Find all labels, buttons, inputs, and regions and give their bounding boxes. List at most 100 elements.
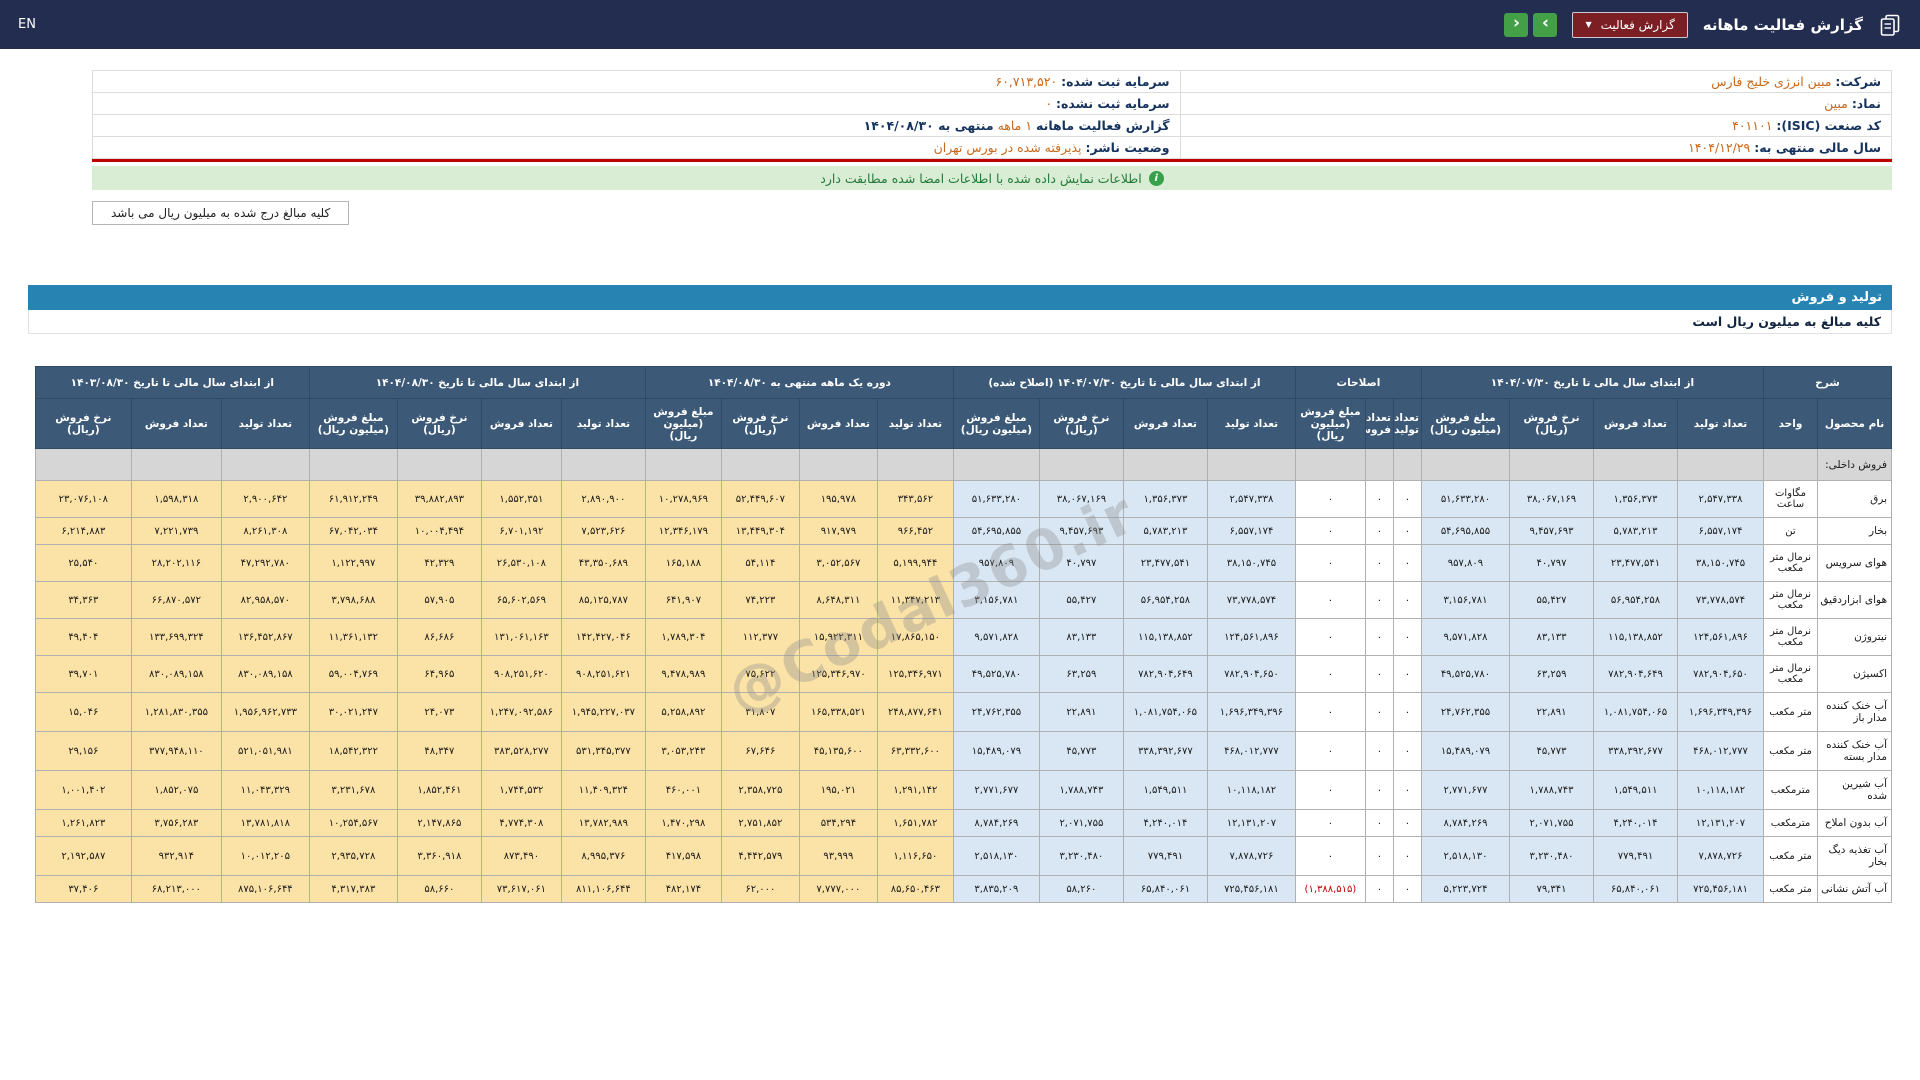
product-row: آب بدون املاحمترمکعب۱۲,۱۳۱,۲۰۷۴,۲۴۰,۰۱۴۲…	[35, 810, 1891, 837]
cell: ۶۵,۸۴۰,۰۶۱	[1594, 876, 1678, 903]
cell: ۹,۴۵۷,۶۹۳	[1039, 518, 1123, 545]
cell: ۰	[1365, 876, 1393, 903]
cell	[1123, 449, 1207, 481]
cell: ۲۵,۵۴۰	[35, 545, 131, 582]
group-header-ytd-0730: از ابتدای سال مالی تا تاریخ ۱۴۰۴/۰۷/۳۰	[1421, 367, 1763, 399]
isic-label: کد صنعت (ISIC):	[1776, 118, 1881, 133]
cell: ۴۷,۲۹۲,۷۸۰	[221, 545, 309, 582]
cell: ۰	[1295, 582, 1365, 619]
cell: ۸۷۳,۴۹۰	[481, 837, 561, 876]
cell: ۰	[1365, 810, 1393, 837]
cell: ۶۵,۸۴۰,۰۶۱	[1123, 876, 1207, 903]
cell: ۵۷,۹۰۵	[397, 582, 481, 619]
production-table-wrapper: @Codal360.ir شرح از ابتدای سال مالی تا ت…	[28, 366, 1892, 903]
cell: ۱۰,۰۱۲,۲۰۵	[221, 837, 309, 876]
column-header: تعداد تولید	[1678, 399, 1764, 449]
cell: ۴,۲۴۰,۰۱۴	[1123, 810, 1207, 837]
cell: ۸,۲۶۱,۳۰۸	[221, 518, 309, 545]
cell: متر مکعب	[1764, 837, 1818, 876]
amounts-note-box: کلیه مبالغ درج شده به میلیون ریال می باش…	[92, 201, 349, 225]
cell: ۱,۳۵۶,۳۷۳	[1123, 481, 1207, 518]
product-row: اکسیژننرمال متر مکعب۷۸۲,۹۰۴,۶۵۰۷۸۲,۹۰۴,۶…	[35, 656, 1891, 693]
info-row: نماد: مبین سرمایه ثبت نشده: ۰	[93, 93, 1892, 115]
unregistered-capital-cell: سرمایه ثبت نشده: ۰	[93, 93, 1181, 115]
cell: ۶۴,۹۶۵	[397, 656, 481, 693]
cell: ۴۸۲,۱۷۴	[645, 876, 721, 903]
cell: ۸,۹۹۵,۳۷۶	[561, 837, 645, 876]
cell: مترمکعب	[1764, 771, 1818, 810]
group-header-adjustments: اصلاحات	[1295, 367, 1421, 399]
page: { "colors": { "navbar": "#232d4f", "acce…	[0, 0, 1920, 1080]
cell: ۲,۵۱۸,۱۳۰	[1421, 837, 1509, 876]
cell	[1039, 449, 1123, 481]
cell: ۱۰,۰۰۴,۴۹۴	[397, 518, 481, 545]
prev-report-button[interactable]: ‹	[1504, 13, 1528, 37]
cell: ۶,۲۱۴,۸۸۳	[35, 518, 131, 545]
cell: ۰	[1295, 518, 1365, 545]
cell: ۱,۱۲۲,۹۹۷	[309, 545, 397, 582]
reports-icon[interactable]	[1878, 13, 1902, 37]
cell: ۲,۹۰۰,۶۴۲	[221, 481, 309, 518]
column-header-unit: واحد	[1764, 399, 1818, 449]
production-sales-section: تولید و فروش کلیه مبالغ به میلیون ریال ا…	[28, 285, 1892, 903]
cell: ۰	[1393, 693, 1421, 732]
table-column-header-row: نام محصول واحد تعداد تولید تعداد فروش نر…	[35, 399, 1891, 449]
cell: ۱,۲۸۱,۸۳۰,۳۵۵	[131, 693, 221, 732]
cell: ۰	[1365, 582, 1393, 619]
cell: ۱,۵۵۲,۳۵۱	[481, 481, 561, 518]
cell	[799, 449, 877, 481]
report-period-cell: گزارش فعالیت ماهانه ۱ ماهه منتهی به ۱۴۰۴…	[93, 115, 1181, 137]
cell: ۱۸,۵۴۲,۳۲۲	[309, 732, 397, 771]
table-group-header-row: شرح از ابتدای سال مالی تا تاریخ ۱۴۰۴/۰۷/…	[35, 367, 1891, 399]
cell: هوای ابزاردقیق	[1818, 582, 1892, 619]
cell: ۳۴۳,۵۶۲	[877, 481, 953, 518]
language-toggle-en[interactable]: EN	[18, 17, 36, 32]
cell	[221, 449, 309, 481]
cell: ۷۷۹,۴۹۱	[1594, 837, 1678, 876]
product-row: برقمگاوات ساعت۲,۵۴۷,۳۳۸۱,۳۵۶,۳۷۳۳۸,۰۶۷,۱…	[35, 481, 1891, 518]
cell: ۵,۱۹۹,۹۴۴	[877, 545, 953, 582]
cell: ۴۸,۳۴۷	[397, 732, 481, 771]
next-report-button[interactable]: ›	[1533, 13, 1557, 37]
cell: ۰	[1295, 771, 1365, 810]
cell: ۵,۲۵۸,۸۹۲	[645, 693, 721, 732]
column-header: تعداد فروش	[481, 399, 561, 449]
cell: ۱۲۵,۳۴۶,۹۷۰	[799, 656, 877, 693]
cell: آب خنک کننده مدار بسته	[1818, 732, 1892, 771]
column-header: مبلغ فروش (میلیون ریال)	[1295, 399, 1365, 449]
cell: ۰	[1393, 876, 1421, 903]
cell: ۵۱,۶۳۳,۲۸۰	[1421, 481, 1509, 518]
cell: آب آتش نشانی	[1818, 876, 1892, 903]
cell: ۱,۲۴۷,۰۹۲,۵۸۶	[481, 693, 561, 732]
column-header: تعداد فروش	[1365, 399, 1393, 449]
red-divider	[92, 159, 1892, 162]
cell: ۳,۰۵۲,۵۶۷	[799, 545, 877, 582]
report-type-dropdown[interactable]: گزارش فعالیت ▼	[1572, 12, 1687, 38]
cell: ۱۰,۲۵۴,۵۶۷	[309, 810, 397, 837]
cell: ۰	[1365, 693, 1393, 732]
cell	[953, 449, 1039, 481]
cell: ۱,۴۷۰,۲۹۸	[645, 810, 721, 837]
cell: ۱,۲۶۱,۸۲۳	[35, 810, 131, 837]
cell: ۱,۸۵۲,۰۷۵	[131, 771, 221, 810]
cell: ۱,۱۱۶,۶۵۰	[877, 837, 953, 876]
section-subtitle: کلیه مبالغ به میلیون ریال است	[28, 310, 1892, 334]
cell: ۵۵,۴۲۷	[1039, 582, 1123, 619]
cell: ۷,۸۷۸,۷۲۶	[1678, 837, 1764, 876]
cell: ۴۵,۷۷۳	[1510, 732, 1594, 771]
cell: ۵۶,۹۵۴,۲۵۸	[1594, 582, 1678, 619]
cell: ۶۴۱,۹۰۷	[645, 582, 721, 619]
cell: ۱۵,۴۸۹,۰۷۹	[953, 732, 1039, 771]
cell: ۲,۵۴۷,۳۳۸	[1678, 481, 1764, 518]
report-period-suffix: منتهی به ۱۴۰۴/۰۸/۳۰	[864, 118, 994, 133]
cell: ۶,۷۰۱,۱۹۲	[481, 518, 561, 545]
cell: ۳۹,۸۸۲,۸۹۳	[397, 481, 481, 518]
amounts-note-row: کلیه مبالغ درج شده به میلیون ریال می باش…	[92, 201, 1892, 225]
cell: ۳۷,۴۰۶	[35, 876, 131, 903]
cell: نرمال متر مکعب	[1764, 545, 1818, 582]
symbol-value: مبین	[1824, 96, 1848, 111]
signature-match-banner: i اطلاعات نمایش داده شده با اطلاعات امضا…	[92, 166, 1892, 190]
cell: ۱۱۵,۱۳۸,۸۵۲	[1123, 619, 1207, 656]
info-row: شرکت: مبین انرژی خلیج فارس سرمایه ثبت شد…	[93, 71, 1892, 93]
registered-capital-label: سرمایه ثبت شده:	[1061, 74, 1169, 89]
